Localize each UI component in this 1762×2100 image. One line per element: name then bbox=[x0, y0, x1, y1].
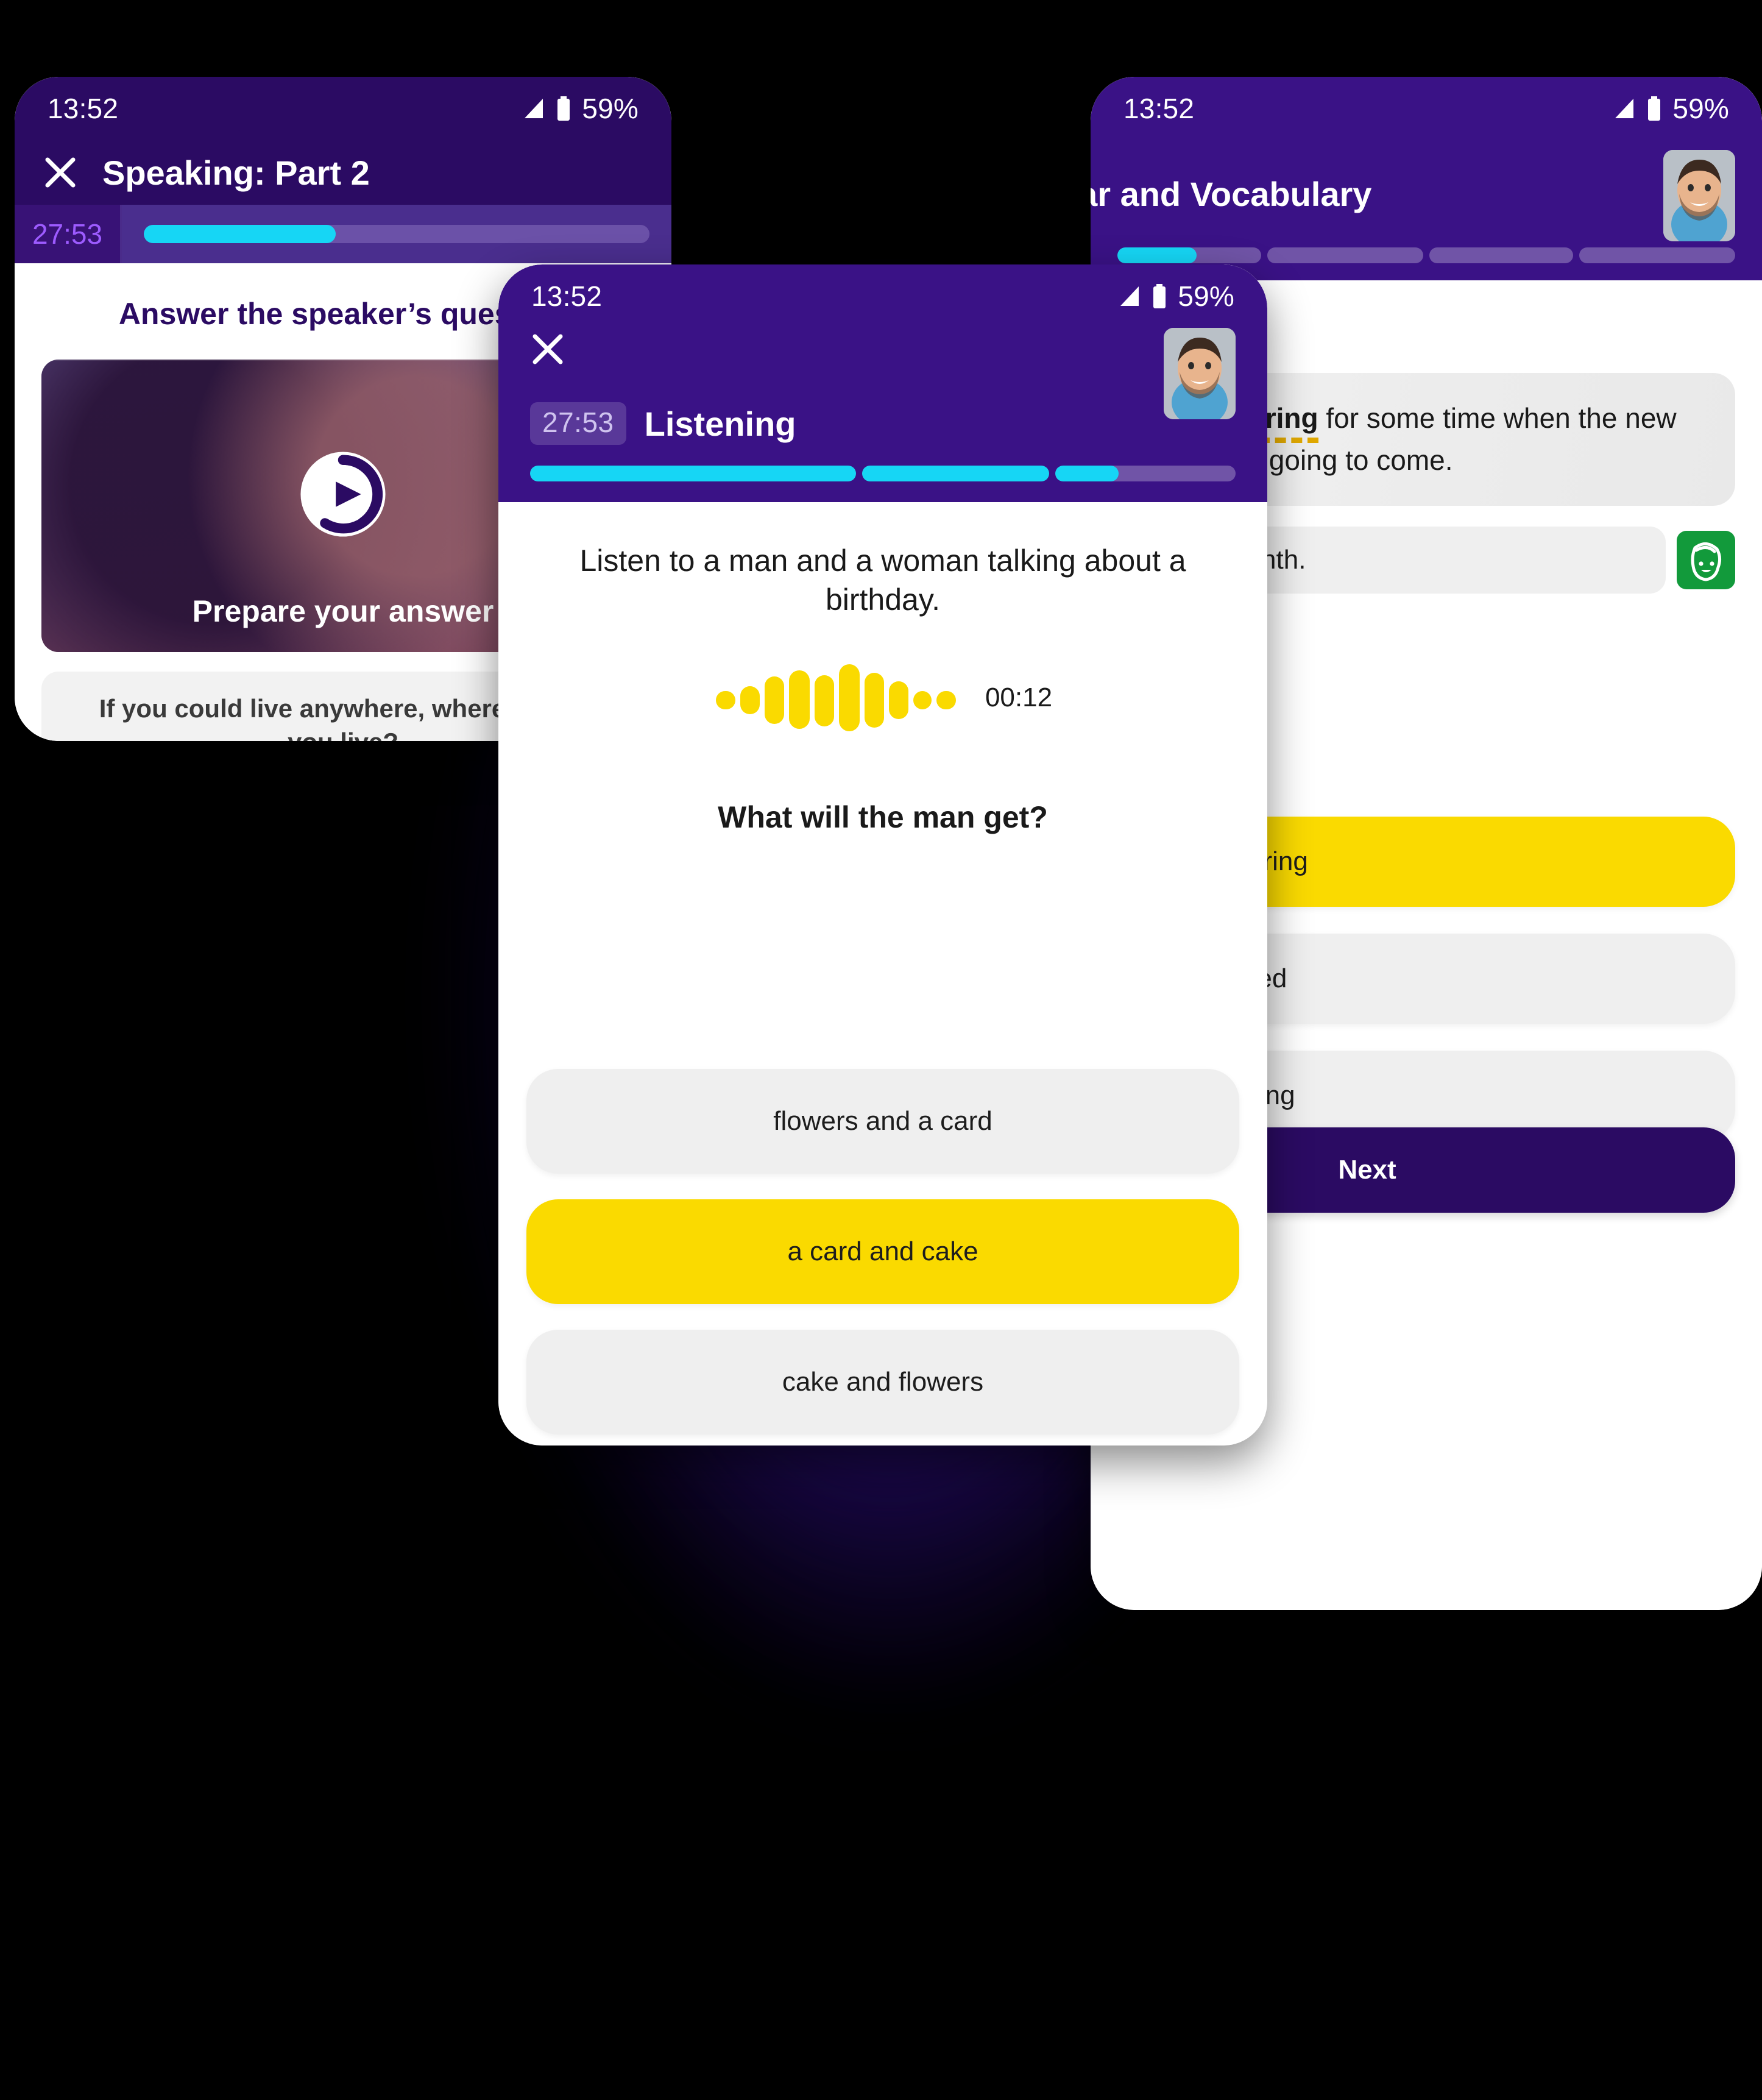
option-label: cake and flowers bbox=[782, 1367, 984, 1397]
options-center: flowers and a card a card and cake cake … bbox=[526, 1069, 1239, 1435]
progress-bar bbox=[144, 225, 649, 243]
status-battery-text: 59% bbox=[582, 93, 639, 124]
next-button-label: Next bbox=[1338, 1155, 1396, 1185]
battery-icon bbox=[557, 96, 570, 121]
progress-segment bbox=[1429, 247, 1574, 263]
status-bar-right: 13:52 59% bbox=[1091, 77, 1762, 140]
audio-waveform-icon[interactable] bbox=[713, 664, 969, 731]
signal-icon bbox=[1120, 286, 1139, 306]
phone-center-listening: 13:52 59% 27:53 Listening Listen to a ma… bbox=[498, 264, 1267, 1446]
signal-icon bbox=[1615, 99, 1634, 118]
countdown-timer: 27:53 bbox=[530, 402, 626, 445]
countdown-timer: 27:53 bbox=[15, 205, 122, 263]
status-bar-center: 13:52 59% bbox=[498, 264, 1267, 328]
status-battery-text: 59% bbox=[1178, 280, 1234, 312]
audio-player[interactable]: 00:12 bbox=[498, 664, 1267, 731]
app-bar-left: Speaking: Part 2 bbox=[15, 140, 671, 205]
progress-segment bbox=[1055, 466, 1236, 481]
signal-icon bbox=[525, 99, 543, 118]
content-center: Listen to a man and a woman talking abou… bbox=[498, 502, 1267, 1435]
option-label: a card and cake bbox=[787, 1236, 978, 1266]
avatar[interactable] bbox=[1164, 328, 1236, 419]
progress-track bbox=[122, 205, 671, 263]
close-icon[interactable] bbox=[530, 332, 565, 367]
progress-segments-right bbox=[1117, 247, 1735, 263]
avatar[interactable] bbox=[1663, 150, 1735, 241]
progress-segment bbox=[530, 466, 856, 481]
option-button[interactable]: flowers and a card bbox=[526, 1069, 1239, 1174]
status-time: 13:52 bbox=[1123, 93, 1195, 124]
progress-row-left: 27:53 bbox=[15, 205, 671, 263]
composition-stage: 13:52 59% Speaking: Part 2 27:53 Answer … bbox=[0, 0, 1762, 2100]
status-battery-text: 59% bbox=[1672, 93, 1729, 124]
option-button[interactable]: cake and flowers bbox=[526, 1330, 1239, 1435]
option-button[interactable]: a card and cake bbox=[526, 1199, 1239, 1304]
listening-instruction: Listen to a man and a woman talking abou… bbox=[579, 544, 1186, 617]
status-time: 13:52 bbox=[48, 93, 119, 124]
option-label: flowers and a card bbox=[773, 1106, 992, 1136]
close-icon[interactable] bbox=[43, 155, 78, 190]
status-bar-left: 13:52 59% bbox=[15, 77, 671, 140]
page-title: Listening bbox=[644, 404, 796, 443]
page-title: Grammar and Vocabulary bbox=[1091, 174, 1372, 213]
progress-segments-center bbox=[530, 466, 1236, 481]
page-title: Speaking: Part 2 bbox=[102, 153, 370, 192]
progress-segment bbox=[1117, 247, 1262, 263]
app-bar-center: 27:53 Listening bbox=[498, 328, 1267, 502]
progress-segment bbox=[862, 466, 1050, 481]
progress-segment bbox=[1579, 247, 1735, 263]
status-time: 13:52 bbox=[531, 280, 603, 312]
battery-icon bbox=[1648, 96, 1661, 121]
audio-duration: 00:12 bbox=[985, 683, 1053, 712]
progress-segment bbox=[1267, 247, 1423, 263]
app-bar-right: Grammar and Vocabulary bbox=[1091, 140, 1762, 280]
play-circle-icon[interactable] bbox=[298, 449, 388, 539]
green-face-icon bbox=[1677, 531, 1735, 589]
battery-icon bbox=[1153, 284, 1166, 308]
question-text: What will the man get? bbox=[718, 800, 1048, 834]
